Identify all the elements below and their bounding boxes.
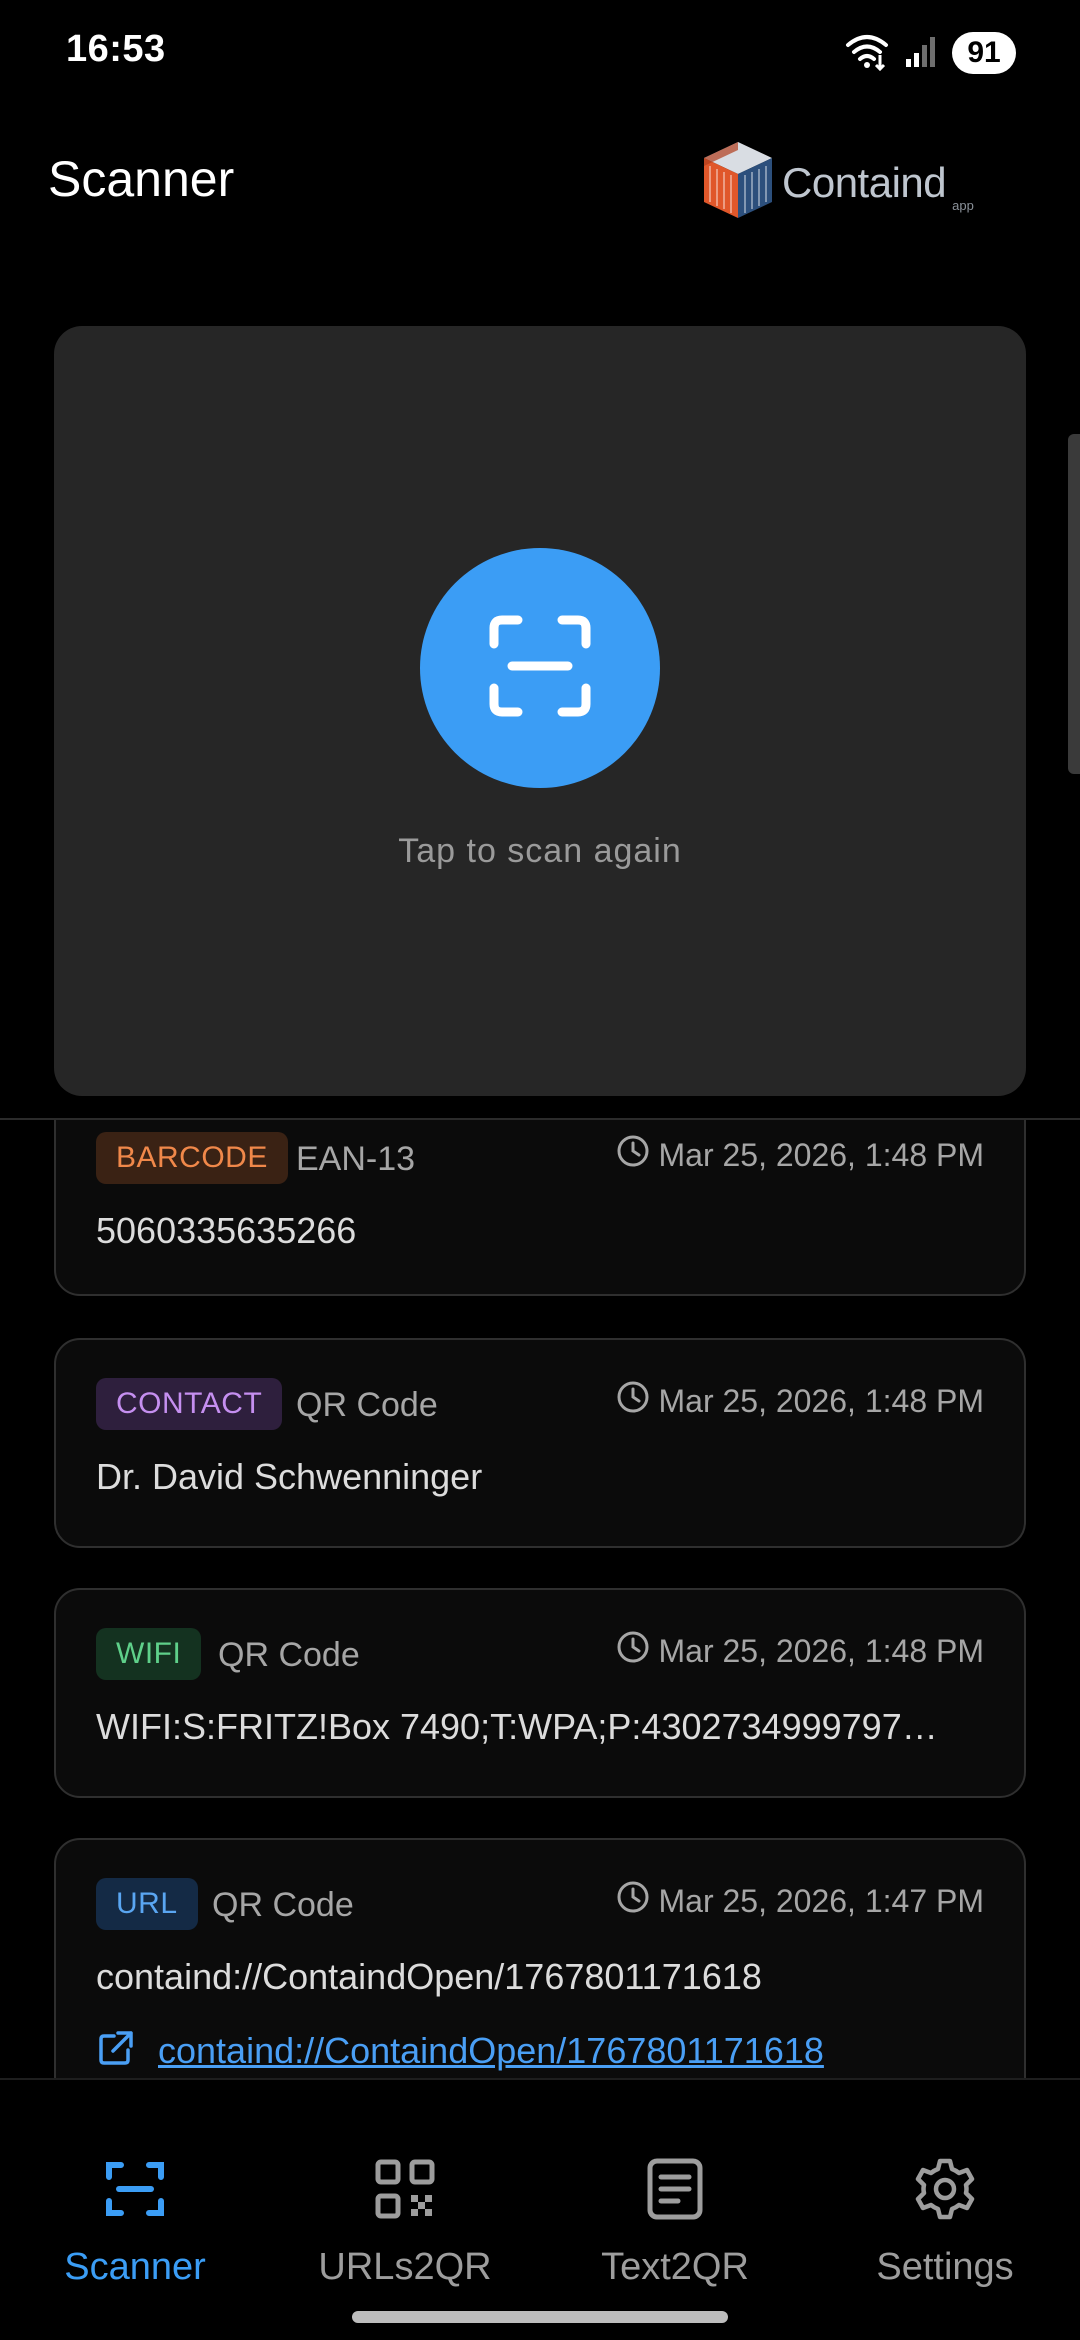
history-card[interactable]: CONTACT QR Code Mar 25, 2026, 1:48 PM Dr… [54,1338,1026,1548]
clock-icon [616,1630,650,1672]
timestamp: Mar 25, 2026, 1:47 PM [616,1880,984,1922]
timestamp: Mar 25, 2026, 1:48 PM [616,1630,984,1672]
nav-item-urls2qr[interactable]: URLs2QR [270,2080,540,2300]
nav-label: URLs2QR [318,2246,492,2288]
brand-name: Containd [782,158,947,206]
type-tag: BARCODE [96,1132,288,1184]
signal-icon [904,33,938,74]
type-tag: WIFI [96,1628,202,1680]
open-link[interactable]: containd://ContaindOpen/1767801171618 [158,2030,824,2072]
scrollbar[interactable] [1068,434,1080,774]
timestamp: Mar 25, 2026, 1:48 PM [616,1380,984,1422]
nav-item-scanner[interactable]: Scanner [0,2080,270,2300]
scan-frame-icon [100,2154,170,2224]
scan-content: 5060335635266 [96,1210,357,1251]
status-icons: 91 [844,30,1016,76]
document-icon [640,2154,710,2224]
scan-panel[interactable]: Tap to scan again [54,326,1026,1096]
history-card[interactable]: WIFI QR Code Mar 25, 2026, 1:48 PM WIFI:… [54,1588,1026,1798]
nav-label: Settings [876,2246,1014,2288]
home-indicator[interactable] [352,2311,728,2323]
clock-icon [616,1380,650,1422]
format-label: QR Code [212,1886,354,1924]
clock-icon [616,1880,650,1922]
external-link-icon[interactable] [96,2028,136,2073]
nav-label: Scanner [64,2246,206,2288]
type-tag: URL [96,1878,198,1930]
history-card[interactable]: URL QR Code Mar 25, 2026, 1:47 PM contai… [54,1838,1026,2078]
nav-label: Text2QR [601,2246,749,2288]
gear-icon [910,2154,980,2224]
app-header: Scanner Containd app [0,120,1080,240]
qr-grid-icon [370,2154,440,2224]
format-label: QR Code [218,1636,360,1674]
history-card[interactable]: BARCODE EAN-13 Mar 25, 2026, 1:48 PM 506… [54,1120,1026,1296]
scan-history-list[interactable]: BARCODE EAN-13 Mar 25, 2026, 1:48 PM 506… [0,1120,1080,2078]
scan-content: Dr. David Schwenninger [96,1456,483,1497]
scan-content: containd://ContaindOpen/1767801171618 [96,1956,762,1997]
nav-item-settings[interactable]: Settings [810,2080,1080,2300]
format-label: EAN-13 [296,1140,416,1178]
scan-frame-icon [488,614,592,723]
timestamp-text: Mar 25, 2026, 1:47 PM [658,1882,984,1919]
type-tag: CONTACT [96,1378,283,1430]
scan-hint: Tap to scan again [398,832,682,870]
brand-tld: app [952,198,974,213]
status-bar: 16:53 91 [0,0,1080,104]
status-time: 16:53 [66,28,166,70]
timestamp: Mar 25, 2026, 1:48 PM [616,1134,984,1176]
wifi-icon [844,31,890,76]
clock-icon [616,1134,650,1176]
timestamp-text: Mar 25, 2026, 1:48 PM [658,1136,984,1173]
page-title: Scanner [48,151,235,207]
scan-content: WIFI:S:FRITZ!Box 7490;T:WPA;P:4302734999… [96,1706,938,1747]
battery-icon: 91 [952,32,1016,74]
scan-button[interactable] [420,548,660,788]
nav-item-text2qr[interactable]: Text2QR [540,2080,810,2300]
open-link-row[interactable]: containd://ContaindOpen/1767801171618 [96,2028,824,2073]
scanner-screen: 16:53 91 Scanner Containd app Tap to sca… [0,0,1080,2340]
container-logo-icon [700,138,776,227]
brand-logo: Containd app [700,138,974,227]
timestamp-text: Mar 25, 2026, 1:48 PM [658,1382,984,1419]
format-label: QR Code [296,1386,438,1424]
timestamp-text: Mar 25, 2026, 1:48 PM [658,1632,984,1669]
bottom-navigation: Scanner URLs2QR Text2QR Settings [0,2078,1080,2340]
